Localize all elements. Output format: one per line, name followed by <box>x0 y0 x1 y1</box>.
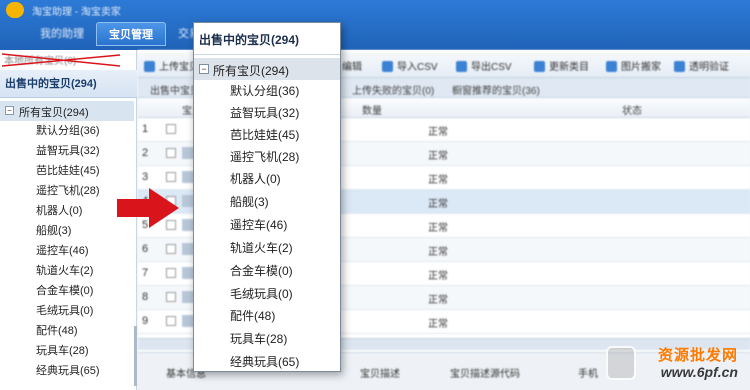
import-csv-button[interactable]: 导入CSV <box>382 58 438 73</box>
popup-item[interactable]: 默认分组(36) <box>230 80 299 102</box>
sidebar-scrollbar[interactable] <box>134 326 137 386</box>
edit-button[interactable]: 编辑 <box>342 58 362 73</box>
export-csv-button[interactable]: 导出CSV <box>456 58 512 73</box>
popup-item[interactable]: 芭比娃娃(45) <box>230 124 299 146</box>
import-icon <box>382 61 393 72</box>
upload-icon <box>144 61 155 72</box>
sidebar-item[interactable]: 配件(48) <box>36 321 78 341</box>
row-checkbox[interactable] <box>166 124 176 134</box>
popup-item[interactable]: 益智玩具(32) <box>230 102 299 124</box>
row-checkbox[interactable] <box>166 244 176 254</box>
tab-mobile[interactable]: 手机 <box>578 365 598 380</box>
row-checkbox[interactable] <box>166 316 176 326</box>
sidebar-item[interactable]: 机器人(0) <box>36 201 82 221</box>
update-category-button[interactable]: 更新类目 <box>534 58 589 73</box>
sidebar-item[interactable]: 遥控飞机(28) <box>36 181 100 201</box>
sidebar-item[interactable]: 芭比娃娃(45) <box>36 161 100 181</box>
popup-item[interactable]: 机器人(0) <box>230 168 281 190</box>
tab-showcase[interactable]: 橱窗推荐的宝贝(36) <box>452 82 540 97</box>
watermark-url: www.6pf.cn <box>660 364 738 380</box>
sidebar-item[interactable]: 船舰(3) <box>36 221 71 241</box>
app-title: 淘宝助理 - 淘宝卖家 <box>32 7 121 18</box>
row-checkbox[interactable] <box>166 292 176 302</box>
sidebar-item[interactable]: 毛绒玩具(0) <box>36 301 93 321</box>
update-icon <box>534 61 545 72</box>
collapse-icon[interactable]: − <box>199 64 209 74</box>
sidebar-item[interactable]: 经典玩具(65) <box>36 361 100 381</box>
export-icon <box>456 61 467 72</box>
popup-title: 出售中的宝贝(294) <box>194 23 340 55</box>
column-header[interactable]: 状态 <box>622 102 642 117</box>
sidebar-item[interactable]: 默认分组(36) <box>36 121 100 141</box>
row-checkbox[interactable] <box>166 268 176 278</box>
app-header: 淘宝助理 - 淘宝卖家 我的助理 宝贝管理 交易管理 <box>0 0 750 50</box>
sidebar-item[interactable]: 轨道火车(2) <box>36 261 93 281</box>
upload-button[interactable]: 上传宝贝 <box>144 58 199 73</box>
category-popup: 出售中的宝贝(294) − 所有宝贝(294) 默认分组(36) 益智玩具(32… <box>193 22 341 372</box>
tab-description-source[interactable]: 宝贝描述源代码 <box>450 365 520 380</box>
popup-item[interactable]: 合金车模(0) <box>230 260 293 282</box>
sidebar-item[interactable]: 合金车模(0) <box>36 281 93 301</box>
popup-item[interactable]: 配件(48) <box>230 305 275 327</box>
verify-icon <box>674 61 685 72</box>
popup-item[interactable]: 玩具车(28) <box>230 328 287 350</box>
sidebar-item[interactable]: 玩具车(28) <box>36 341 89 361</box>
move-images-button[interactable]: 图片搬家 <box>606 58 661 73</box>
column-header[interactable]: 数量 <box>362 102 382 117</box>
red-arrow-icon <box>117 188 179 228</box>
tab-description[interactable]: 宝贝描述 <box>360 365 400 380</box>
popup-item[interactable]: 毛绒玩具(0) <box>230 283 293 305</box>
sidebar-title: 出售中的宝贝(294) <box>0 70 137 98</box>
image-icon <box>606 61 617 72</box>
watermark-seal-icon <box>606 346 636 380</box>
verify-button[interactable]: 透明验证 <box>674 58 729 73</box>
row-checkbox[interactable] <box>166 172 176 182</box>
watermark-text: 资源批发网 <box>657 347 738 364</box>
row-checkbox[interactable] <box>166 148 176 158</box>
popup-item[interactable]: 轨道火车(2) <box>230 237 293 259</box>
popup-item[interactable]: 遥控车(46) <box>230 214 287 236</box>
sidebar-item[interactable]: 遥控车(46) <box>36 241 89 261</box>
red-strike-mark <box>1 53 121 67</box>
popup-root-label: 所有宝贝(294) <box>213 64 290 78</box>
tab-upload-failed[interactable]: 上传失败的宝贝(0) <box>352 82 434 97</box>
app-logo-icon <box>6 2 24 18</box>
popup-item[interactable]: 船舰(3) <box>230 191 269 213</box>
sidebar-item[interactable]: 益智玩具(32) <box>36 141 100 161</box>
popup-tree-root[interactable]: − 所有宝贝(294) <box>194 58 340 80</box>
watermark: 资源批发网 www.6pf.cn <box>606 344 746 384</box>
sidebar-tree-root[interactable]: − 所有宝贝(294) <box>0 101 134 121</box>
nav-my-assistant[interactable]: 我的助理 <box>28 22 96 46</box>
nav-item-management[interactable]: 宝贝管理 <box>96 22 166 46</box>
collapse-icon[interactable]: − <box>5 106 14 115</box>
sidebar-root-label: 所有宝贝(294) <box>19 107 89 119</box>
popup-item[interactable]: 遥控飞机(28) <box>230 146 299 168</box>
popup-item[interactable]: 经典玩具(65) <box>230 351 299 373</box>
